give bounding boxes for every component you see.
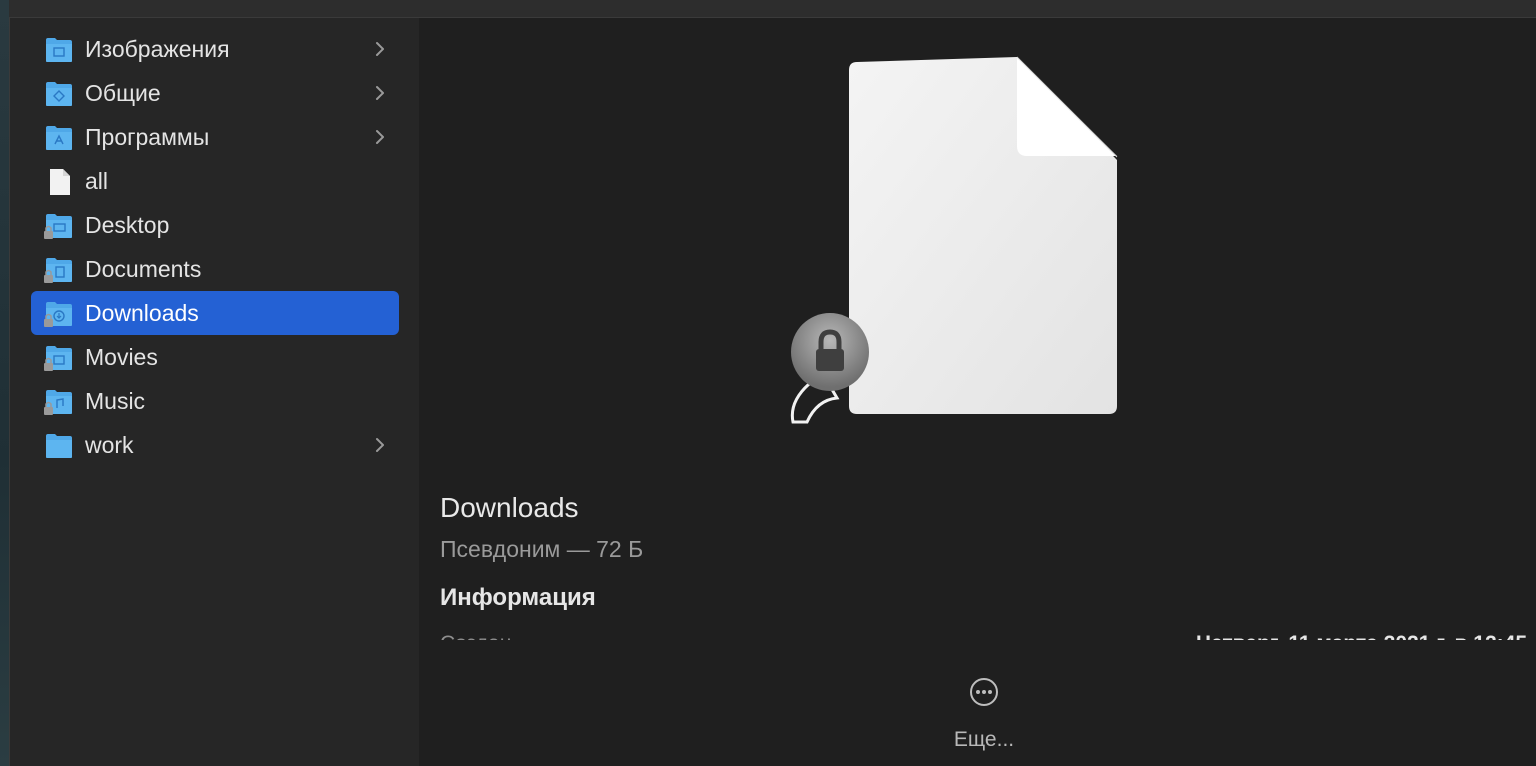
info-heading: Информация: [440, 584, 596, 611]
sidebar-item-label: Documents: [85, 256, 202, 282]
sidebar-item-all[interactable]: all: [31, 159, 399, 203]
sidebar-item-программы[interactable]: Программы: [31, 115, 399, 159]
sidebar-item-label: Общие: [85, 80, 161, 106]
sidebar-item-изображения[interactable]: Изображения: [31, 27, 399, 71]
sidebar-item-label: all: [85, 168, 109, 194]
sidebar-item-label: Desktop: [85, 212, 170, 238]
file-name: Downloads: [440, 492, 579, 523]
sidebar-item-label: Movies: [85, 344, 158, 370]
sidebar-item-label: Downloads: [85, 300, 199, 326]
sidebar-item-общие[interactable]: Общие: [31, 71, 399, 115]
sidebar-item-music[interactable]: Music: [31, 379, 399, 423]
preview-pane: Downloads Псевдоним — 72 Б Информация Со…: [419, 18, 1536, 766]
sidebar-item-downloads[interactable]: Downloads: [31, 291, 399, 335]
created-label: Создан: [440, 632, 511, 640]
alias-document-icon: [790, 56, 1118, 424]
sidebar-item-desktop[interactable]: Desktop: [31, 203, 399, 247]
more-icon[interactable]: [968, 676, 1000, 708]
sidebar-item-movies[interactable]: Movies: [31, 335, 399, 379]
more-button-label[interactable]: Еще...: [919, 728, 1049, 752]
created-value: Четверг, 11 марта 2021 г. в 12:45: [1196, 632, 1527, 640]
sidebar-item-label: work: [85, 432, 134, 458]
sidebar-item-label: Изображения: [85, 36, 230, 62]
info-row-created: Создан Четверг, 11 марта 2021 г. в 12:45: [419, 624, 1536, 640]
desktop-edge: [0, 0, 9, 766]
sidebar-item-label: Music: [85, 388, 146, 414]
sidebar-item-label: Программы: [85, 124, 210, 150]
window-toolbar: [9, 0, 1536, 18]
sidebar-item-work[interactable]: work: [31, 423, 399, 467]
file-kind-size: Псевдоним — 72 Б: [440, 536, 644, 562]
sidebar-item-documents[interactable]: Documents: [31, 247, 399, 291]
file-list-column[interactable]: Изображения Общие Программы all Desktop Docum…: [9, 18, 420, 766]
